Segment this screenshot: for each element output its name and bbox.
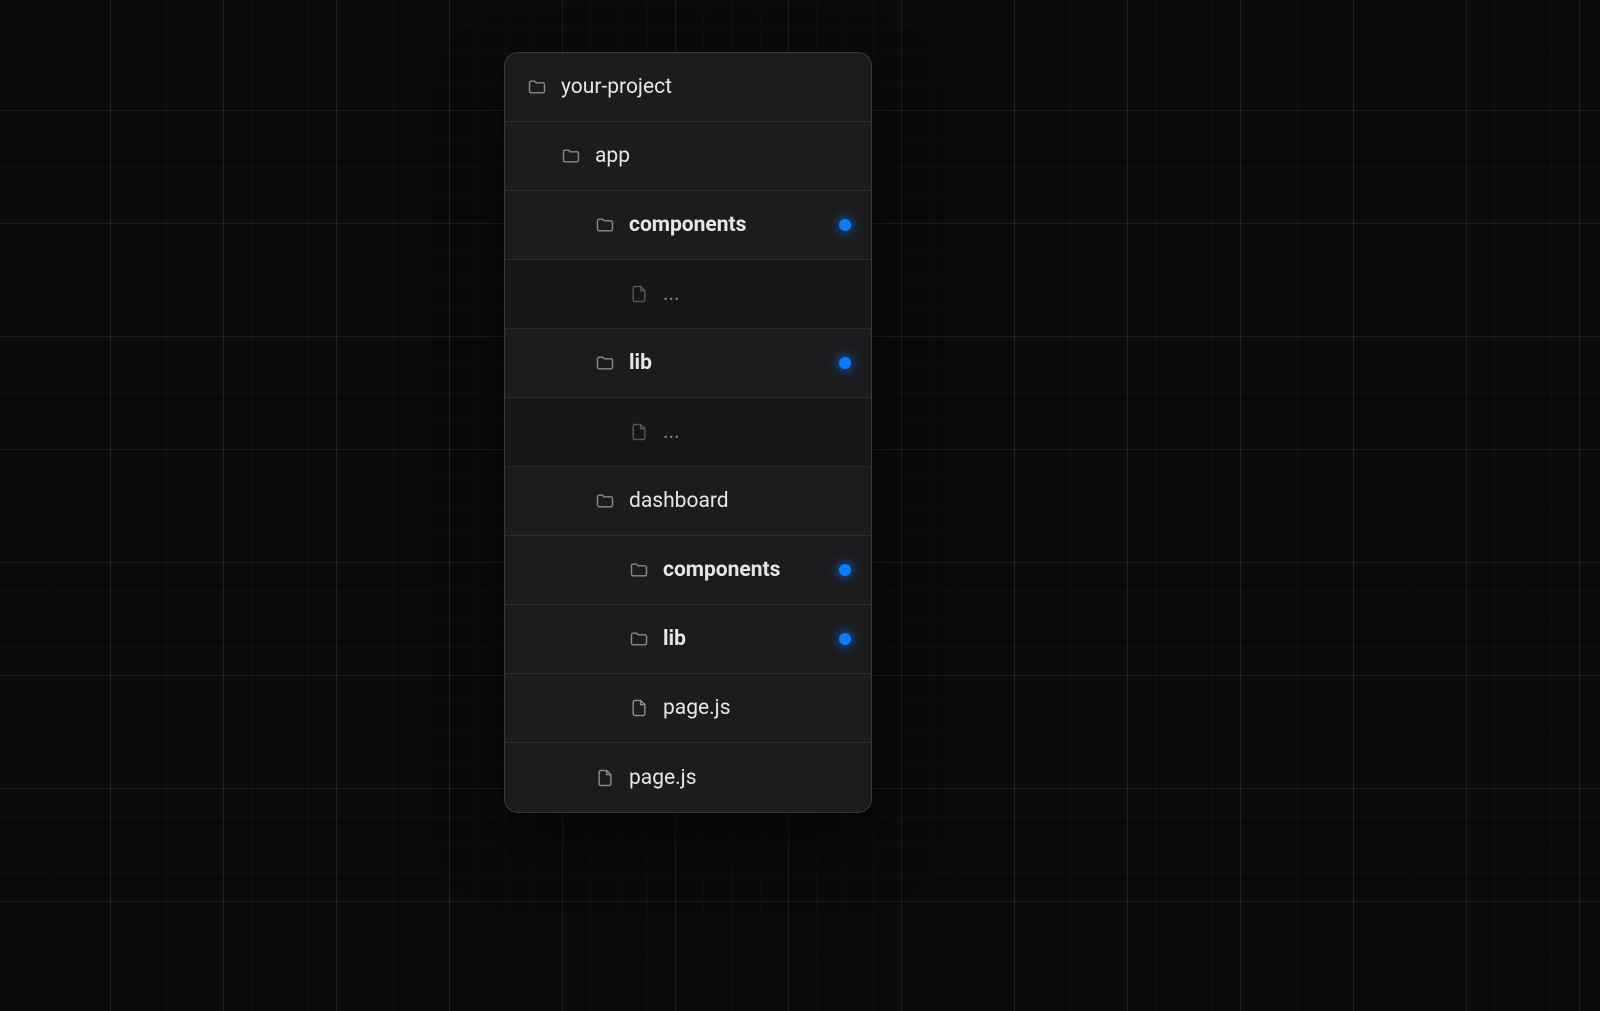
tree-row-dashboard[interactable]: dashboard xyxy=(505,467,871,536)
tree-row-label: components xyxy=(663,558,825,582)
file-icon xyxy=(629,284,649,304)
tree-row-page-dashboard[interactable]: page.js xyxy=(505,674,871,743)
tree-row-components[interactable]: components xyxy=(505,191,871,260)
file-tree-panel: your-project app components ... l xyxy=(504,52,872,813)
tree-row-label: ... xyxy=(663,282,851,306)
tree-row-lib[interactable]: lib xyxy=(505,329,871,398)
tree-row-label: your-project xyxy=(561,75,851,99)
tree-row-label: lib xyxy=(663,627,825,651)
status-dot-icon xyxy=(839,357,851,369)
tree-row-label: components xyxy=(629,213,825,237)
tree-row-label: dashboard xyxy=(629,489,851,513)
file-icon xyxy=(629,698,649,718)
tree-row-label: lib xyxy=(629,351,825,375)
status-dot-icon xyxy=(839,564,851,576)
folder-icon xyxy=(629,629,649,649)
tree-row-page-app[interactable]: page.js xyxy=(505,743,871,812)
tree-row-app[interactable]: app xyxy=(505,122,871,191)
tree-row-root[interactable]: your-project xyxy=(505,53,871,122)
file-icon xyxy=(595,768,615,788)
status-dot-icon xyxy=(839,633,851,645)
tree-row-collapsed[interactable]: ... xyxy=(505,260,871,329)
tree-row-dashboard-components[interactable]: components xyxy=(505,536,871,605)
tree-row-label: app xyxy=(595,144,851,168)
tree-row-label: ... xyxy=(663,420,851,444)
tree-row-label: page.js xyxy=(629,766,851,790)
folder-icon xyxy=(595,491,615,511)
folder-icon xyxy=(561,146,581,166)
file-icon xyxy=(629,422,649,442)
tree-row-dashboard-lib[interactable]: lib xyxy=(505,605,871,674)
folder-icon xyxy=(595,215,615,235)
tree-row-label: page.js xyxy=(663,696,851,720)
folder-icon xyxy=(527,77,547,97)
status-dot-icon xyxy=(839,219,851,231)
folder-icon xyxy=(629,560,649,580)
tree-row-collapsed[interactable]: ... xyxy=(505,398,871,467)
folder-icon xyxy=(595,353,615,373)
